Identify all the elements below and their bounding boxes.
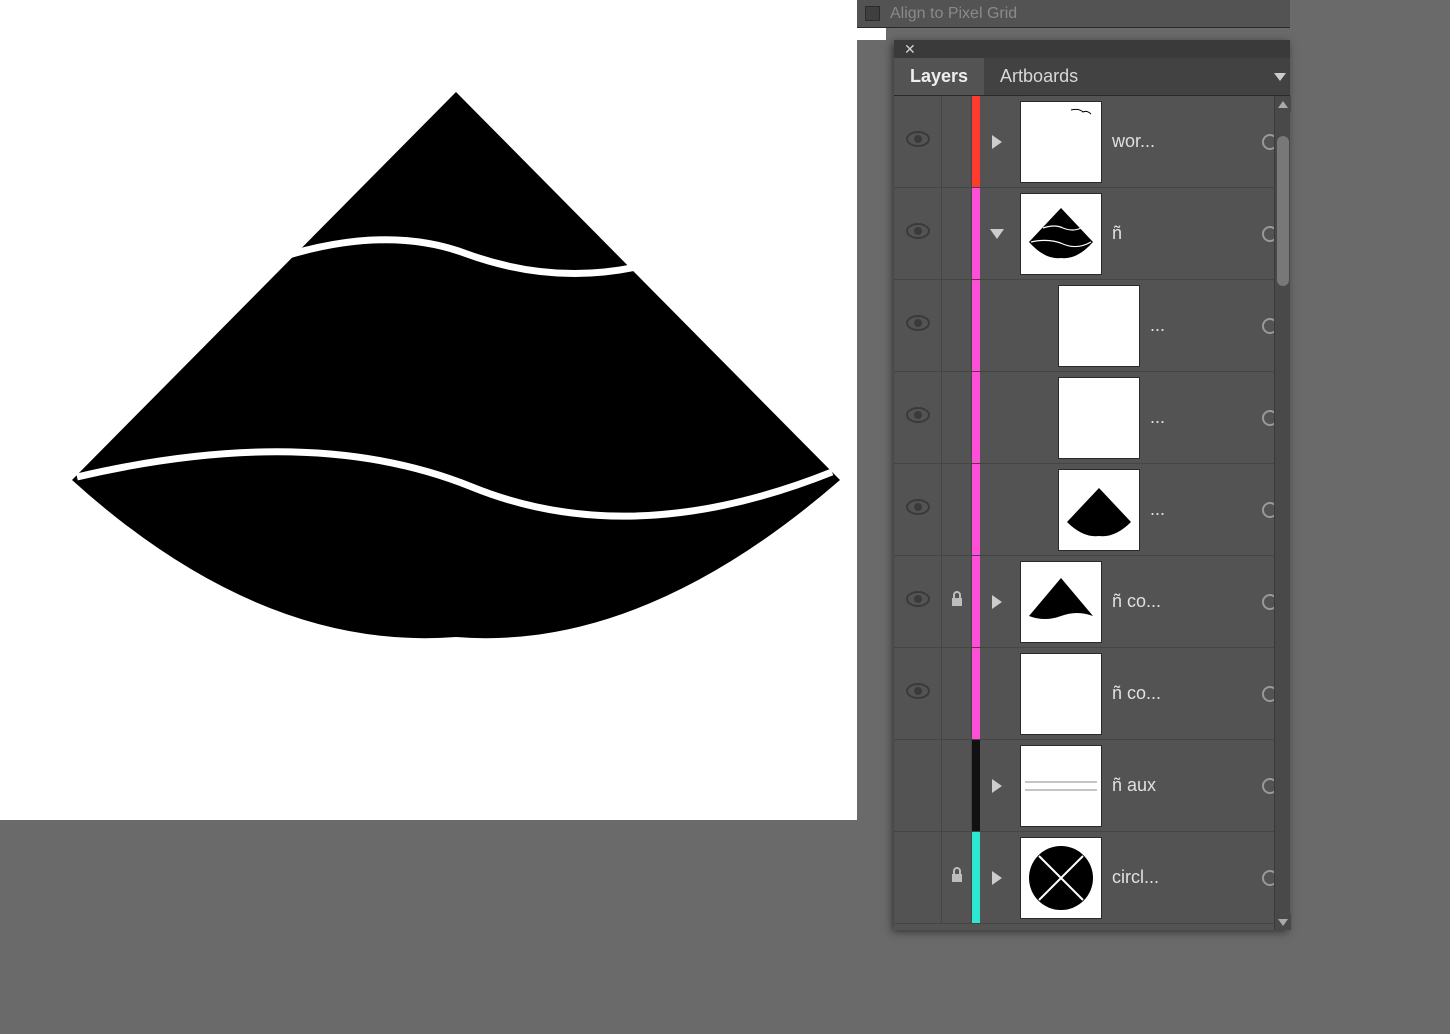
layer-thumbnail[interactable] [1020, 837, 1102, 919]
lock-toggle[interactable] [942, 372, 972, 463]
pasteboard [0, 820, 886, 1034]
scroll-up-button[interactable] [1275, 96, 1291, 112]
align-pixel-grid-row: Align to Pixel Grid [857, 0, 1290, 28]
eye-icon [906, 223, 930, 244]
expand-toggle[interactable] [980, 556, 1014, 647]
layer-name-label[interactable]: ñ aux [1108, 775, 1250, 796]
eye-icon [906, 407, 930, 428]
layer-list: wor... ñ......... ñ co... ñ co... ñ aux circl… [894, 96, 1290, 924]
visibility-toggle[interactable] [894, 280, 942, 371]
layer-name-label[interactable]: ñ co... [1108, 683, 1250, 704]
chevron-right-icon [992, 135, 1002, 149]
layer-row[interactable]: ñ [894, 188, 1290, 280]
chevron-right-icon [992, 871, 1002, 885]
layer-thumbnail[interactable] [1020, 653, 1102, 735]
visibility-toggle[interactable] [894, 556, 942, 647]
expand-toggle[interactable] [980, 832, 1014, 923]
canvas-artboard[interactable] [0, 0, 886, 820]
layer-color-bar [972, 832, 980, 923]
panel-gutter [857, 40, 894, 930]
layer-row[interactable]: ñ aux [894, 740, 1290, 832]
lock-toggle[interactable] [942, 280, 972, 371]
scrollbar-track[interactable] [1274, 96, 1290, 930]
expand-toggle[interactable] [1018, 372, 1052, 463]
lock-toggle[interactable] [942, 464, 972, 555]
expand-toggle[interactable] [980, 188, 1014, 279]
chevron-right-icon [992, 779, 1002, 793]
eye-icon [906, 131, 930, 152]
layer-name-label[interactable]: wor... [1108, 131, 1250, 152]
layer-name-label[interactable]: ... [1146, 499, 1250, 520]
layer-thumbnail[interactable] [1020, 193, 1102, 275]
layer-row[interactable]: ... [894, 280, 1290, 372]
visibility-toggle[interactable] [894, 832, 942, 923]
panel-close-bar: ✕ [894, 40, 1290, 58]
expand-toggle[interactable] [980, 96, 1014, 187]
layer-color-bar [972, 648, 980, 739]
close-icon[interactable]: ✕ [904, 42, 916, 56]
expand-toggle[interactable] [1018, 464, 1052, 555]
layer-thumbnail[interactable] [1020, 101, 1102, 183]
expand-toggle[interactable] [980, 648, 1014, 739]
layer-thumbnail[interactable] [1058, 377, 1140, 459]
layers-panel: ✕ Layers Artboards wor... ñ......... ñ co.… [894, 40, 1290, 930]
layer-thumbnail[interactable] [1058, 469, 1140, 551]
layer-name-label[interactable]: circl... [1108, 867, 1250, 888]
lock-toggle[interactable] [942, 832, 972, 923]
expand-toggle[interactable] [980, 740, 1014, 831]
eye-icon [906, 683, 930, 704]
lock-toggle[interactable] [942, 740, 972, 831]
visibility-toggle[interactable] [894, 96, 942, 187]
tab-layers[interactable]: Layers [894, 58, 984, 95]
eye-icon [906, 499, 930, 520]
layer-color-bar [972, 464, 980, 555]
chevron-down-icon [990, 229, 1004, 239]
align-pixel-grid-label: Align to Pixel Grid [890, 5, 1017, 23]
layer-row[interactable]: ... [894, 372, 1290, 464]
layer-color-bar [972, 740, 980, 831]
visibility-toggle[interactable] [894, 648, 942, 739]
chevron-right-icon [992, 595, 1002, 609]
layer-name-label[interactable]: ñ co... [1108, 591, 1250, 612]
eye-icon [906, 591, 930, 612]
scroll-down-button[interactable] [1275, 914, 1291, 930]
lock-icon [950, 591, 964, 612]
visibility-toggle[interactable] [894, 464, 942, 555]
tab-artboards[interactable]: Artboards [984, 58, 1094, 95]
lock-toggle[interactable] [942, 188, 972, 279]
eye-icon [906, 315, 930, 336]
layer-row[interactable]: ñ co... [894, 556, 1290, 648]
panel-tabs: Layers Artboards [894, 58, 1290, 96]
expand-toggle[interactable] [1018, 280, 1052, 371]
layer-color-bar [972, 556, 980, 647]
visibility-toggle[interactable] [894, 740, 942, 831]
layer-thumbnail[interactable] [1020, 745, 1102, 827]
vector-artwork[interactable] [72, 92, 840, 640]
lock-toggle[interactable] [942, 648, 972, 739]
lock-toggle[interactable] [942, 96, 972, 187]
scrollbar-thumb[interactable] [1277, 136, 1289, 286]
layer-row[interactable]: ... [894, 464, 1290, 556]
layer-row[interactable]: wor... [894, 96, 1290, 188]
lock-icon [950, 867, 964, 888]
layer-color-bar [972, 280, 980, 371]
layer-thumbnail[interactable] [1020, 561, 1102, 643]
align-pixel-grid-checkbox[interactable] [865, 6, 880, 21]
layer-name-label[interactable]: ... [1146, 315, 1250, 336]
layer-row[interactable]: circl... [894, 832, 1290, 924]
visibility-toggle[interactable] [894, 188, 942, 279]
layer-thumbnail[interactable] [1058, 285, 1140, 367]
layer-name-label[interactable]: ñ [1108, 223, 1250, 244]
layer-color-bar [972, 96, 980, 187]
layer-color-bar [972, 188, 980, 279]
layer-color-bar [972, 372, 980, 463]
panel-menu-icon[interactable] [1274, 73, 1286, 81]
layer-name-label[interactable]: ... [1146, 407, 1250, 428]
visibility-toggle[interactable] [894, 372, 942, 463]
layer-row[interactable]: ñ co... [894, 648, 1290, 740]
lock-toggle[interactable] [942, 556, 972, 647]
